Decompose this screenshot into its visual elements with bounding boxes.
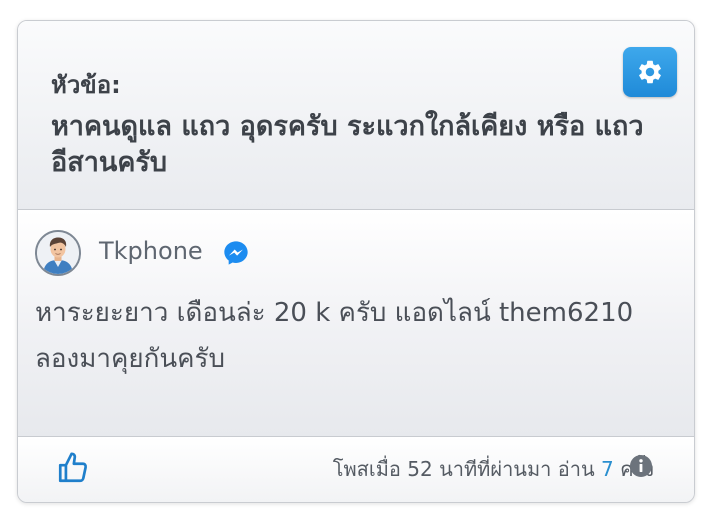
- posted-time-text: โพสเมื่อ 52 นาทีที่ผ่านมา อ่าน: [332, 457, 595, 481]
- avatar[interactable]: [35, 230, 81, 276]
- topic-card: หัวข้อ: หาคนดูแล แถว อุดรครับ ระแวกใกล้เ…: [17, 20, 695, 503]
- thumbs-up-icon[interactable]: [56, 451, 90, 485]
- gear-icon: [639, 60, 661, 84]
- post-meta: โพสเมื่อ 52 นาทีที่ผ่านมา อ่าน 7 ครั้ง: [333, 453, 654, 485]
- topic-label: หัวข้อ:: [51, 71, 121, 99]
- post-footer: โพสเมื่อ 52 นาทีที่ผ่านมา อ่าน 7 ครั้ง: [18, 437, 694, 502]
- user-avatar-icon: [37, 232, 79, 274]
- info-icon[interactable]: [629, 454, 653, 478]
- post-message: หาระยะยาว เดือนล่ะ 20 k ครับ แอดไลน์ the…: [35, 298, 634, 374]
- post-body: Tkphone หาระยะยาว เดือนล่ะ 20 k ครับ แอด…: [18, 210, 694, 437]
- topic-title[interactable]: หาคนดูแล แถว อุดรครับ ระแวกใกล้เคียง หรื…: [51, 109, 681, 181]
- card-header: หัวข้อ: หาคนดูแล แถว อุดรครับ ระแวกใกล้เ…: [18, 21, 694, 210]
- messenger-icon: [224, 241, 248, 265]
- post-author[interactable]: Tkphone: [99, 237, 203, 265]
- read-count: 7: [601, 457, 614, 481]
- settings-button[interactable]: [623, 47, 677, 97]
